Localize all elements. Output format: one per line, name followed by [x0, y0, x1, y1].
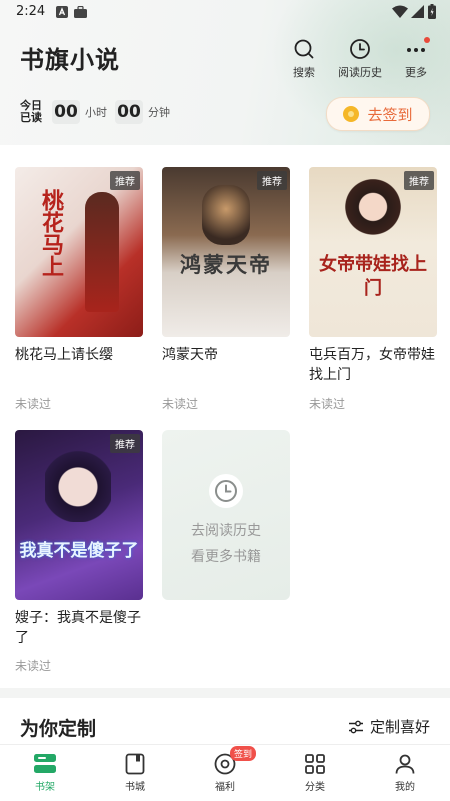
reading-history-button[interactable]: 阅读历史: [332, 36, 388, 80]
recommend-badge: 推荐: [110, 171, 140, 190]
book-cover[interactable]: 桃花马上 推荐: [15, 167, 143, 337]
book-title: 屯兵百万，女帝带娃找上门: [309, 347, 435, 383]
tab-profile[interactable]: 我的: [370, 745, 440, 793]
tab-bookstore[interactable]: 书城: [100, 745, 170, 793]
book-card[interactable]: 桃花马上 推荐 桃花马上请长缨: [15, 167, 143, 365]
signin-label: 去签到: [367, 105, 413, 124]
bookshelf-icon: [10, 752, 80, 776]
search-icon: [276, 36, 332, 62]
book-read-status: 未读过: [15, 659, 52, 673]
wifi-icon: [392, 5, 408, 22]
search-label: 搜索: [293, 66, 315, 79]
cover-title-text: 女帝带娃找上门: [319, 254, 427, 299]
reading-time-label-line2: 已读: [20, 111, 42, 124]
sliders-icon: [348, 719, 364, 735]
tab-category[interactable]: 分类: [280, 745, 350, 793]
book-cover[interactable]: 女帝带娃找上门 推荐: [309, 167, 437, 337]
customize-preference-button[interactable]: 定制喜好: [348, 716, 430, 737]
recommend-badge: 推荐: [110, 434, 140, 453]
profile-icon: [370, 752, 440, 776]
category-icon: [280, 752, 350, 776]
tab-profile-label: 我的: [395, 782, 415, 793]
cover-figure: [85, 192, 119, 312]
tab-welfare-label: 福利: [215, 782, 235, 793]
more-label: 更多: [405, 66, 427, 79]
app-title: 书旗小说: [20, 46, 120, 74]
cover-title-text: 桃花马上: [38, 189, 63, 277]
bookstore-icon: [100, 752, 170, 776]
book-card[interactable]: 我真不是傻子了 推荐 嫂子：我真不是傻子了: [15, 430, 143, 648]
today-reading-time: 今日 已读 00 小时 00 分钟: [20, 100, 170, 124]
book-card[interactable]: 鸿蒙天帝 推荐 鸿蒙天帝: [162, 167, 290, 365]
reading-time-label: 今日 已读: [20, 100, 44, 124]
hours-unit: 小时: [85, 106, 107, 119]
search-button[interactable]: 搜索: [276, 36, 332, 80]
signin-badge: 签到: [230, 746, 257, 761]
history-card-line2: 看更多书籍: [191, 549, 261, 565]
recommend-title: 为你定制: [20, 718, 97, 740]
cover-figure: [343, 179, 403, 241]
tab-bookstore-label: 书城: [125, 782, 145, 793]
book-title: 嫂子：我真不是傻子了: [15, 610, 141, 646]
minutes-unit: 分钟: [148, 106, 170, 119]
cover-title-text: 鸿蒙天帝: [180, 253, 272, 277]
more-icon: [388, 36, 444, 62]
reading-history-card[interactable]: 去阅读历史 看更多书籍: [162, 430, 290, 600]
bottom-tab-bar: 书架 书城 签到 福利 分类 我的: [0, 744, 450, 801]
customize-preference-label: 定制喜好: [369, 718, 430, 736]
notification-a-icon: [56, 6, 68, 22]
reading-history-label: 阅读历史: [338, 66, 382, 79]
book-read-status: 未读过: [162, 397, 199, 411]
section-divider: [0, 688, 450, 698]
book-cover[interactable]: 我真不是傻子了 推荐: [15, 430, 143, 600]
clock-icon: [209, 474, 243, 508]
more-notification-dot: [424, 37, 430, 43]
tab-bookshelf-label: 书架: [35, 782, 55, 793]
recommend-badge: 推荐: [257, 171, 287, 190]
history-card-line1: 去阅读历史: [191, 523, 261, 539]
signin-button[interactable]: 去签到: [326, 97, 430, 131]
tab-category-label: 分类: [305, 782, 325, 793]
book-card[interactable]: 女帝带娃找上门 推荐 屯兵百万，女帝带娃找上门: [309, 167, 437, 385]
status-time: 2:24: [16, 4, 46, 19]
hours-value: 00: [52, 100, 80, 124]
battery-icon: [428, 4, 436, 23]
minutes-value: 00: [115, 100, 143, 124]
signal-icon: [411, 5, 424, 22]
book-cover[interactable]: 鸿蒙天帝 推荐: [162, 167, 290, 337]
more-button[interactable]: 更多: [388, 36, 444, 80]
book-read-status: 未读过: [15, 397, 52, 411]
recommend-badge: 推荐: [404, 171, 434, 190]
cover-figure: [202, 185, 250, 245]
tab-welfare[interactable]: 签到 福利: [190, 745, 260, 793]
cover-figure: [45, 444, 111, 522]
cover-title-text: 我真不是傻子了: [19, 541, 139, 561]
status-bar: 2:24: [0, 0, 450, 26]
book-read-status: 未读过: [309, 397, 346, 411]
clock-icon: [332, 36, 388, 62]
book-title: 鸿蒙天帝: [162, 347, 218, 363]
coin-icon: [343, 106, 360, 122]
book-title: 桃花马上请长缨: [15, 347, 113, 363]
tab-bookshelf[interactable]: 书架: [10, 745, 80, 793]
briefcase-icon: [74, 5, 87, 22]
